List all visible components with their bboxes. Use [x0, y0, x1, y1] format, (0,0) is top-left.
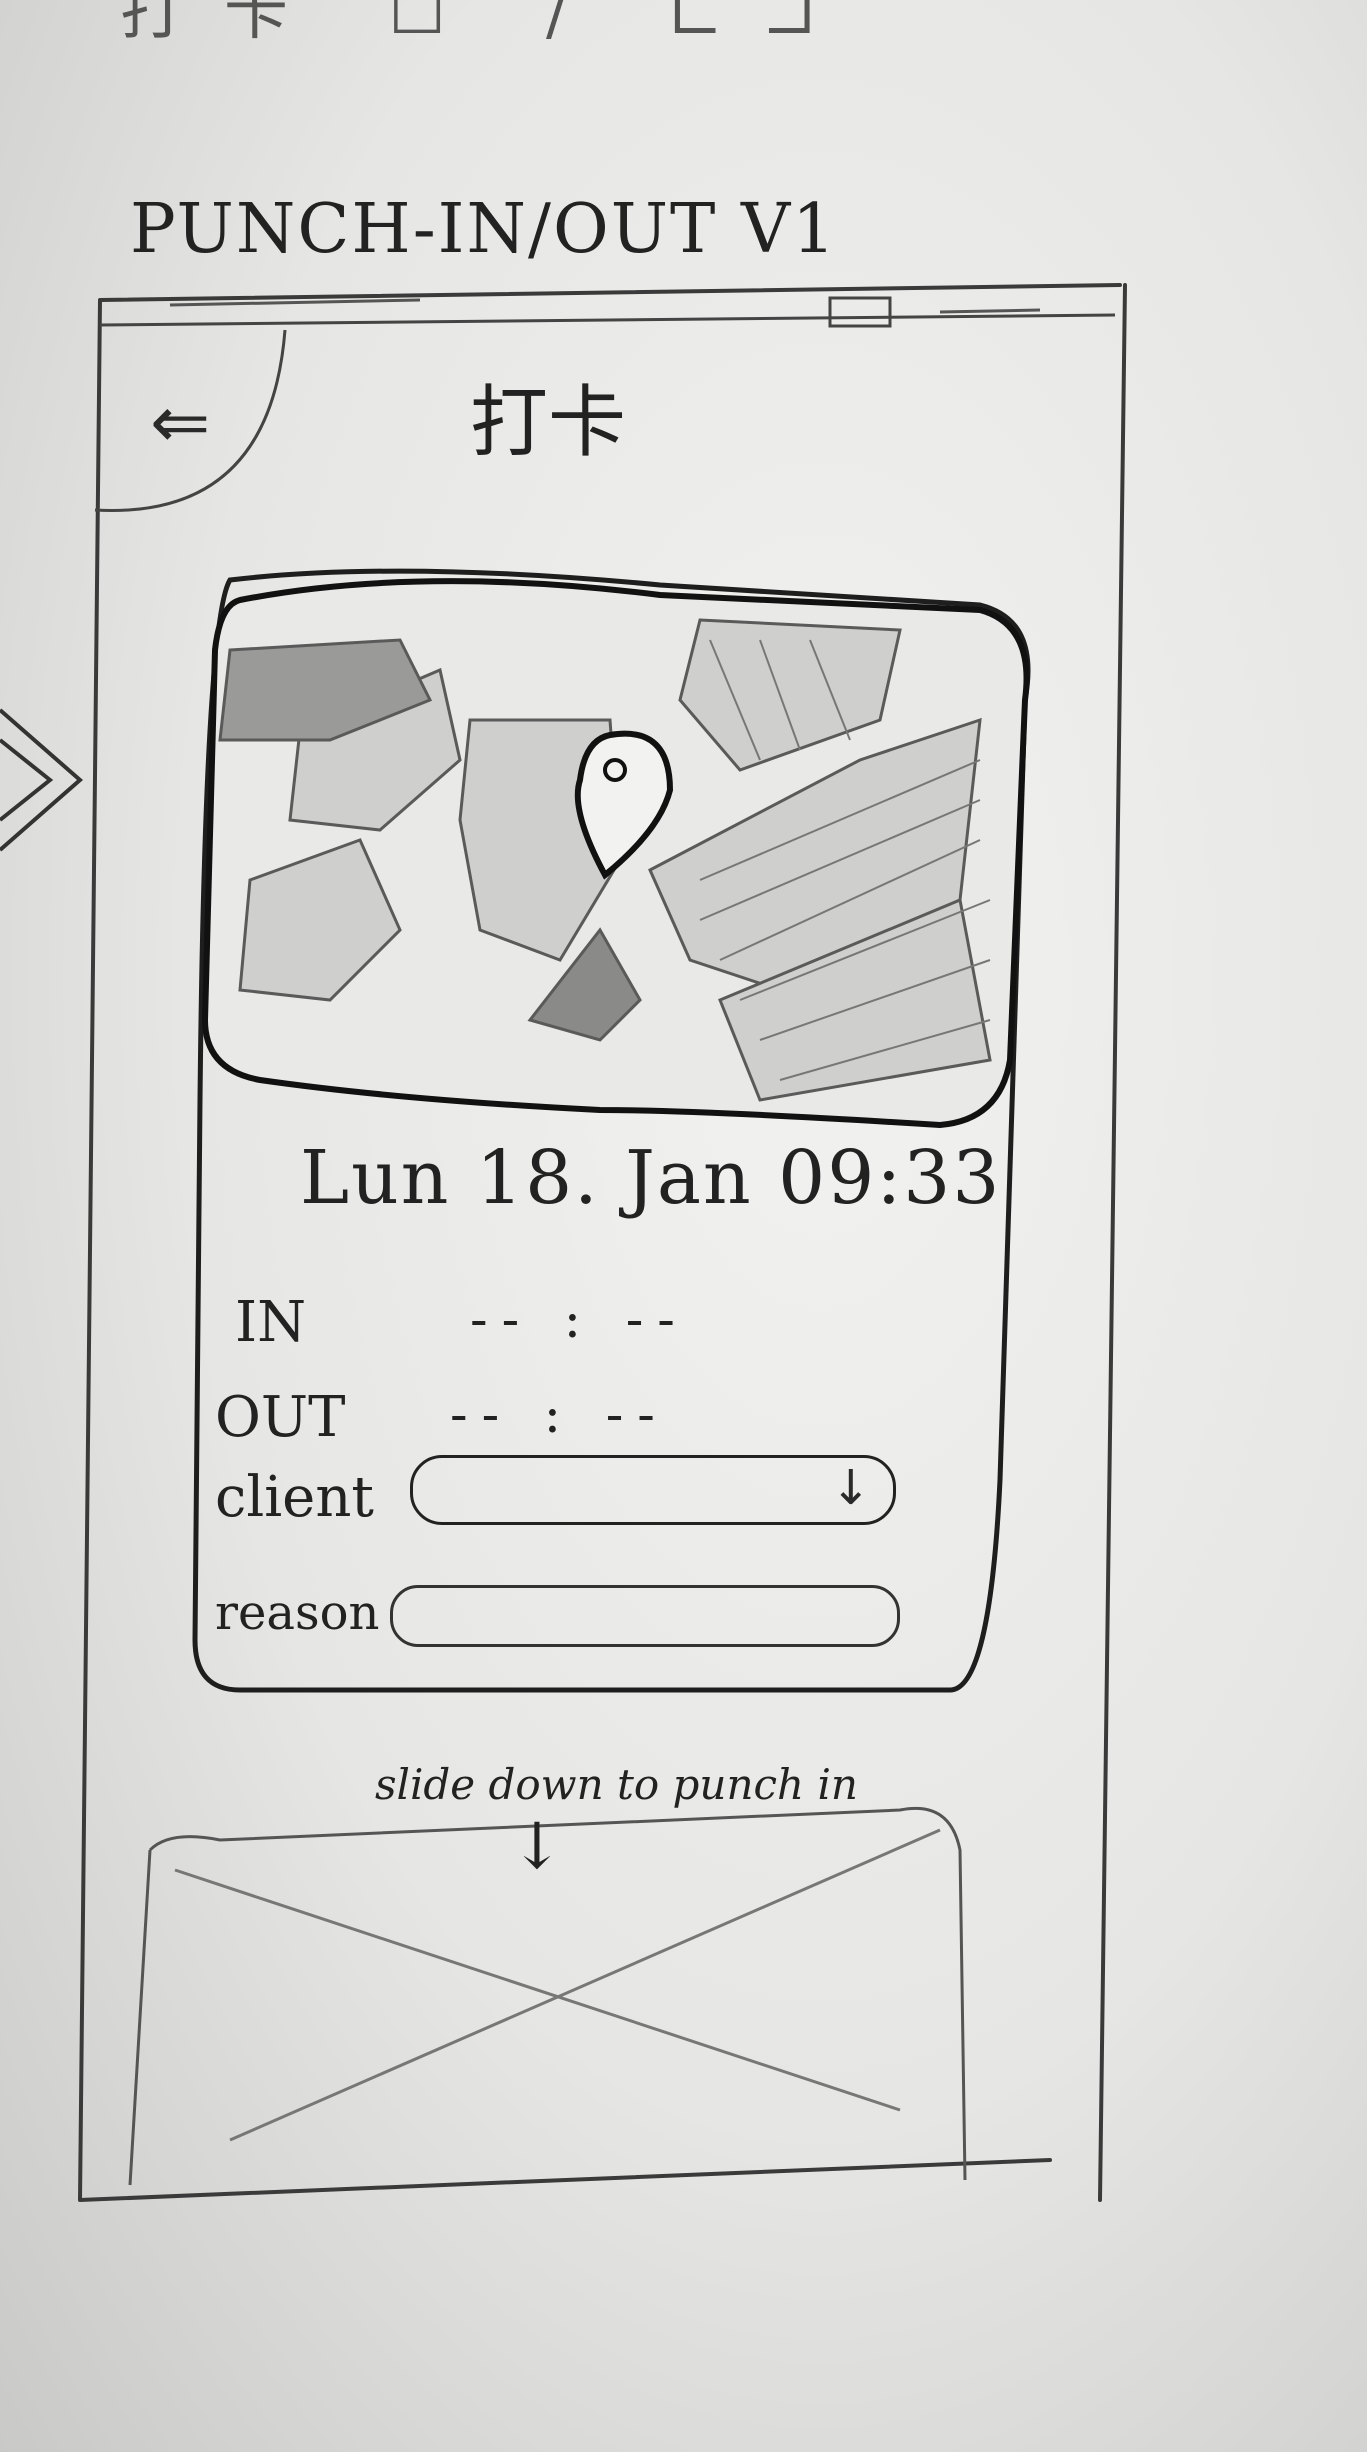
slide-down-icon[interactable]: ↓ — [510, 1810, 564, 1884]
punch-out-label: OUT — [215, 1385, 346, 1450]
reason-input[interactable] — [390, 1585, 900, 1647]
back-button[interactable]: ⇐ — [90, 330, 290, 530]
chevron-down-icon: ↓ — [830, 1460, 871, 1516]
client-select[interactable]: ↓ — [410, 1455, 896, 1525]
page-title: 打卡 — [470, 378, 627, 468]
current-datetime: Lun 18. Jan 09:33 — [300, 1135, 1002, 1221]
reason-label: reason — [215, 1585, 380, 1641]
top-strip-text: 打卡 ☐ / ⊏⊐ — [120, 0, 857, 49]
punch-in-value: -- : -- — [470, 1290, 689, 1350]
client-label: client — [215, 1465, 374, 1530]
punch-out-value: -- : -- — [450, 1385, 669, 1445]
sketch-title: PUNCH-IN/OUT V1 — [130, 190, 838, 269]
back-arrow-icon: ⇐ — [150, 380, 211, 464]
slide-hint: slide down to punch in — [375, 1760, 858, 1809]
punch-in-label: IN — [235, 1290, 307, 1355]
